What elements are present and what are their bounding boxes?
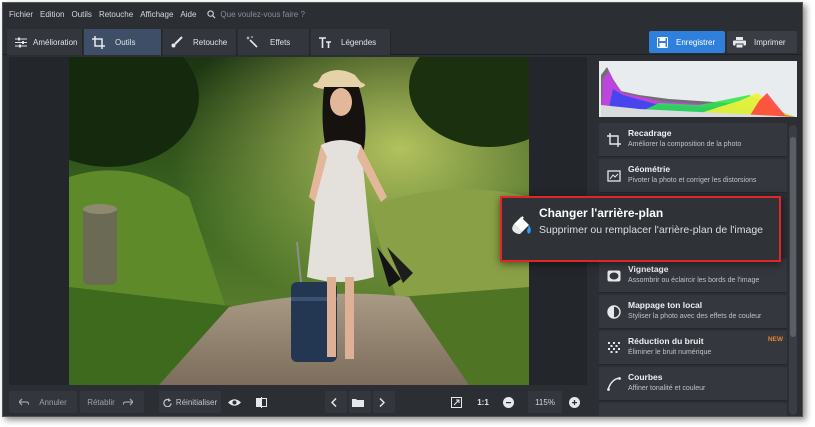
menu-bar: Fichier Edition Outils Retouche Affichag… xyxy=(3,3,802,25)
open-folder-button[interactable] xyxy=(349,391,371,413)
save-label: Enregistrer xyxy=(676,37,716,47)
tab-effets[interactable]: Effets xyxy=(238,29,310,55)
brush-icon xyxy=(171,36,183,48)
zoom-in-button[interactable] xyxy=(566,391,586,413)
save-button[interactable]: Enregistrer xyxy=(649,31,725,53)
tool-desc: Styliser la photo avec des effets de cou… xyxy=(628,313,762,320)
reset-button[interactable]: Réinitialiser xyxy=(159,391,221,413)
print-label: Imprimer xyxy=(754,37,786,47)
paint-bucket-icon xyxy=(512,216,531,234)
reset-icon xyxy=(163,397,172,407)
menu-fichier[interactable]: Fichier xyxy=(9,10,33,19)
tool-title: Vignetage xyxy=(628,264,669,274)
tool-title: Courbes xyxy=(628,372,663,382)
redo-icon xyxy=(122,398,133,406)
eye-icon xyxy=(227,398,241,406)
tab-label: Effets xyxy=(270,37,291,47)
menu-affichage[interactable]: Affichage xyxy=(140,10,173,19)
redo-button[interactable]: Rétablir xyxy=(80,391,144,413)
tool-next-partial[interactable] xyxy=(599,403,787,416)
zoom-out-button[interactable] xyxy=(500,391,520,413)
callout-desc: Supprimer ou remplacer l'arrière-plan de… xyxy=(539,224,764,236)
crop-icon xyxy=(607,133,621,147)
tool-title: Réduction du bruit xyxy=(628,336,704,346)
callout-title: Changer l'arrière-plan xyxy=(539,206,664,220)
plus-icon xyxy=(568,396,580,408)
chevron-left-icon xyxy=(331,397,337,407)
prev-photo-button[interactable] xyxy=(325,391,347,413)
histogram xyxy=(599,61,797,117)
minus-icon xyxy=(502,396,514,408)
tool-desc: Affiner tonalité et couleur xyxy=(628,385,706,392)
app-window: Fichier Edition Outils Retouche Affichag… xyxy=(2,2,803,417)
tool-title: Géométrie xyxy=(628,164,671,174)
menu-edition[interactable]: Edition xyxy=(40,10,64,19)
preview-button[interactable] xyxy=(225,391,247,413)
vignette-icon xyxy=(607,270,621,282)
menu-outils[interactable]: Outils xyxy=(71,10,91,19)
menu-aide[interactable]: Aide xyxy=(180,10,196,19)
compare-button[interactable] xyxy=(252,391,274,413)
magic-wand-icon xyxy=(246,36,258,48)
tool-desc: Assombrir ou éclaircir les bords de l'im… xyxy=(628,277,760,284)
menu-retouche[interactable]: Retouche xyxy=(99,10,133,19)
zoom-value[interactable]: 115% xyxy=(528,391,562,413)
undo-icon xyxy=(19,398,30,406)
tab-label: Légendes xyxy=(341,37,377,47)
new-badge: NEW xyxy=(767,336,783,343)
tools-scroll-thumb[interactable] xyxy=(790,137,796,337)
tool-desc: Pivoter la photo et corriger les distors… xyxy=(628,177,757,184)
tool-title: Recadrage xyxy=(628,128,672,138)
sliders-icon xyxy=(15,37,27,47)
redo-label: Rétablir xyxy=(87,397,115,407)
tool-recadrage[interactable]: Recadrage Améliorer la composition de la… xyxy=(599,123,787,157)
tools-list: Recadrage Améliorer la composition de la… xyxy=(599,123,787,416)
tab-retouche[interactable]: Retouche xyxy=(163,29,237,55)
tab-outils[interactable]: Outils xyxy=(84,29,162,55)
tab-label: Retouche xyxy=(193,37,228,47)
chevron-right-icon xyxy=(379,397,385,407)
floppy-icon xyxy=(657,36,668,48)
search-icon xyxy=(207,9,216,19)
fit-screen-icon xyxy=(450,396,462,408)
tab-label: Outils xyxy=(115,37,136,47)
tool-desc: Améliorer la composition de la photo xyxy=(628,141,742,148)
search-box[interactable]: Que voulez-vous faire ? xyxy=(207,10,305,19)
tool-mappage-ton-local[interactable]: Mappage ton local Styliser la photo avec… xyxy=(599,295,787,329)
compare-icon xyxy=(255,396,267,408)
tone-map-icon xyxy=(607,305,621,319)
change-background-callout[interactable]: Changer l'arrière-plan Supprimer ou remp… xyxy=(500,196,781,262)
undo-button[interactable]: Annuler xyxy=(9,391,77,413)
reset-label: Réinitialiser xyxy=(175,397,218,407)
tool-title: Mappage ton local xyxy=(628,300,703,310)
curves-icon xyxy=(607,377,621,391)
tool-desc: Éliminer le bruit numérique xyxy=(628,349,712,356)
print-button[interactable]: Imprimer xyxy=(727,31,797,53)
bottom-bar: Annuler Rétablir Réinitialiser 1:1 115% xyxy=(3,387,593,416)
fit-screen-button[interactable] xyxy=(448,391,468,413)
search-placeholder: Que voulez-vous faire ? xyxy=(220,9,305,19)
folder-icon xyxy=(352,398,364,407)
tab-legendes[interactable]: Légendes xyxy=(311,29,391,55)
tool-reduction-bruit[interactable]: Réduction du bruit NEW Éliminer le bruit… xyxy=(599,331,787,365)
tool-courbes[interactable]: Courbes Affiner tonalité et couleur xyxy=(599,367,787,401)
text-icon xyxy=(319,36,331,48)
next-photo-button[interactable] xyxy=(373,391,395,413)
tab-label: Amélioration xyxy=(33,37,78,47)
tab-amelioration[interactable]: Amélioration xyxy=(7,29,83,55)
printer-icon xyxy=(733,36,746,48)
tool-geometrie[interactable]: Géométrie Pivoter la photo et corriger l… xyxy=(599,159,787,193)
geometry-icon xyxy=(607,170,621,182)
tool-vignetage[interactable]: Vignetage Assombrir ou éclaircir les bor… xyxy=(599,259,787,293)
photo-image xyxy=(69,57,529,385)
actual-size-button[interactable]: 1:1 xyxy=(472,391,494,413)
undo-label: Annuler xyxy=(39,397,67,407)
crop-icon xyxy=(92,35,105,49)
noise-icon xyxy=(608,342,620,353)
